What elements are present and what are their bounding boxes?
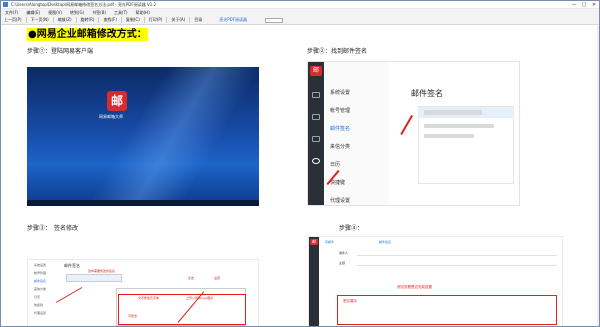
nav-proxy-settings: 代理设置	[330, 198, 351, 204]
toolbar-divider	[25, 17, 27, 23]
signature-panel-title: 邮件签名	[64, 263, 80, 268]
toolbar-divider	[75, 17, 77, 23]
step3-screenshot: 系统设置 帐号管理 邮件签名 来信分类 日历 快捷键 代理设置 邮件签名 选中需…	[27, 259, 259, 326]
mail-sidebar	[308, 62, 324, 205]
document-page[interactable]: ●网易企业邮箱修改方式： 步骤①：登陆网易客户端 邮 网易邮箱大师 步骤②：找到…	[1, 26, 599, 326]
app-icon	[3, 2, 8, 7]
desktop-light-beam	[27, 67, 259, 206]
step4-label: 步骤④：	[339, 225, 364, 232]
redacted-signature-text	[424, 124, 494, 128]
menu-bar: 文件(F) 编辑(E) 视图(V) 转到(G) 书签(B) 工具(T) 帮助(H…	[1, 9, 599, 16]
toolbar-divider	[98, 17, 100, 23]
menu-tools[interactable]: 工具(T)	[110, 10, 132, 16]
menu-help[interactable]: 帮助(H)	[132, 10, 154, 16]
toolbar-divider	[189, 17, 191, 23]
toolbar-divider	[166, 17, 168, 23]
inbox-icon	[312, 92, 320, 98]
step1-screenshot: 邮 网易邮箱大师	[27, 67, 259, 206]
settings-gear-icon	[312, 158, 320, 164]
calendar-icon	[312, 136, 320, 142]
vertical-scrollbar[interactable]	[597, 26, 599, 326]
subject-field[interactable]	[357, 265, 557, 266]
next-page-button[interactable]: 下一页(N)	[28, 17, 52, 23]
step2-screenshot: 邮 系统设置 帐号管理 邮件签名 来信分类 日历 快捷键 代理设置 邮件签名	[307, 61, 520, 206]
minimize-button[interactable]: —	[569, 1, 579, 9]
mail-master-app-label: 网易邮箱大师	[99, 114, 123, 119]
zoom-button[interactable]: 缩放(Z)	[55, 17, 75, 23]
about-button[interactable]: 关于(A)	[168, 17, 188, 23]
menu-view[interactable]: 视图(V)	[44, 10, 66, 16]
print-button[interactable]: 打印(P)	[146, 17, 166, 23]
nav-mail-categories: 来信分类	[330, 144, 351, 150]
toolbar-divider	[120, 17, 122, 23]
recipient-field[interactable]	[357, 255, 557, 256]
annotation-signature-display: 签名展示	[343, 299, 357, 303]
red-arrow-annotation	[55, 287, 83, 303]
nav-mail-signature: 邮件签名	[330, 126, 351, 132]
nav-mail-signature: 邮件签名	[34, 279, 47, 283]
nav-shortcuts: 快捷键	[34, 303, 44, 307]
nav-proxy-settings: 代理设置	[34, 311, 47, 315]
nav-calendar: 日历	[34, 295, 41, 299]
toolbar-divider	[52, 17, 54, 23]
mail-master-app-icon: 邮	[107, 91, 127, 111]
mail-logo-icon: 邮	[310, 239, 318, 245]
step3-label: 步骤③： 签名修改	[27, 225, 79, 232]
redacted-signature-text	[424, 134, 474, 138]
annotation-box-signature	[337, 295, 557, 325]
menu-edit[interactable]: 编辑(E)	[22, 10, 44, 16]
annotation-can-modify: 可修改	[128, 314, 138, 318]
redacted-signature-name	[424, 110, 482, 115]
annotation-click: 点击	[188, 276, 195, 280]
toolbar: 上一页(P) 下一页(N) 缩放(Z) 旋转(R) 查找(F) 复制(C) 打印…	[1, 16, 599, 25]
mail-sidebar	[309, 237, 319, 326]
mail-logo-icon: 邮	[310, 66, 322, 76]
page-number-input[interactable]	[265, 17, 283, 23]
tab-compose[interactable]: 写邮件	[325, 240, 334, 244]
prev-page-button[interactable]: 上一页(P)	[1, 17, 25, 23]
annotation-select-signature: 选中需要修改的签名	[88, 269, 116, 273]
page-heading: ●网易企业邮箱修改方式：	[27, 28, 148, 41]
nav-mail-categories: 来信分类	[34, 287, 47, 291]
signature-page-title: 邮件签名	[411, 89, 443, 98]
signature-row	[66, 274, 122, 282]
nav-system-settings: 系统设置	[330, 90, 351, 96]
close-button[interactable]: ✕	[589, 1, 599, 9]
recipient-label: 收件人	[339, 251, 349, 255]
menu-file[interactable]: 文件(F)	[1, 10, 22, 16]
subject-label: 主题	[339, 261, 346, 265]
title-bar: C:\Users\Alongtop\Desktop\网易邮箱修改签名方法.pdf…	[1, 1, 599, 9]
step4-screenshot: 邮 写邮件 邮件签名 收件人 主题 测试查看是否完成设置 签名展示	[308, 236, 563, 326]
tab-mail-signature[interactable]: 邮件签名	[379, 240, 391, 244]
desktop-taskbar	[27, 200, 259, 206]
rotate-button[interactable]: 旋转(R)	[78, 17, 98, 23]
menu-bookmarks[interactable]: 书签(B)	[88, 10, 110, 16]
nav-shortcuts: 快捷键	[330, 180, 346, 186]
pdf-reader-window: C:\Users\Alongtop\Desktop\网易邮箱修改签名方法.pdf…	[0, 0, 600, 327]
step1-label: 步骤①：登陆网易客户端	[27, 48, 94, 55]
window-controls: — □ ✕	[569, 1, 599, 9]
copy-button[interactable]: 复制(C)	[123, 17, 143, 23]
maximize-button[interactable]: □	[579, 1, 589, 9]
nav-account-management: 帐号管理	[330, 108, 351, 114]
toc-button[interactable]: 目录	[191, 17, 205, 23]
step2-label: 步骤②：找到邮件签名	[307, 48, 368, 55]
annotation-test-setting: 测试查看是否完成设置	[397, 285, 432, 289]
nav-system-settings: 系统设置	[34, 263, 47, 267]
contacts-icon	[312, 114, 320, 120]
red-arrow-annotation	[400, 114, 413, 135]
nav-account-management: 帐号管理	[34, 271, 47, 275]
find-button[interactable]: 查找(F)	[100, 17, 119, 23]
brand-logo: 亮光PDF阅读器	[219, 17, 247, 22]
toolbar-divider	[143, 17, 145, 23]
annotation-edit-text-font: 文字修改及字体	[138, 296, 160, 300]
annotation-settings: 设置	[214, 276, 221, 280]
nav-calendar: 日历	[330, 162, 341, 168]
menu-goto[interactable]: 转到(G)	[66, 10, 88, 16]
window-title: C:\Users\Alongtop\Desktop\网易邮箱修改签名方法.pdf…	[11, 1, 157, 7]
